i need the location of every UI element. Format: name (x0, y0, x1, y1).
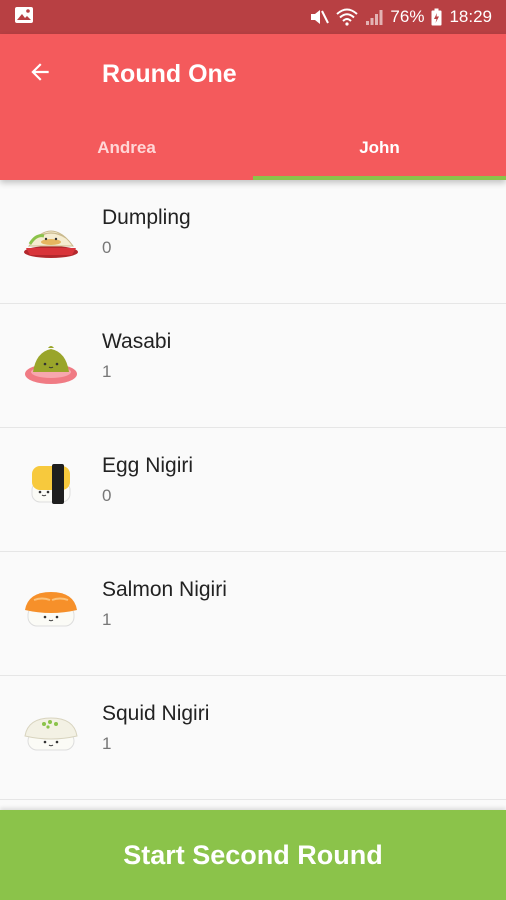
tab-john[interactable]: John (253, 124, 506, 180)
status-bar: 76% 18:29 (0, 0, 506, 34)
item-name: Salmon Nigiri (102, 578, 227, 601)
wasabi-icon (22, 332, 80, 390)
item-count: 0 (102, 238, 112, 257)
salmon-nigiri-icon (22, 580, 80, 638)
start-second-round-label: Start Second Round (123, 839, 383, 870)
start-second-round-button[interactable]: Start Second Round (0, 810, 506, 900)
list-item[interactable]: Egg Nigiri 0 (0, 428, 506, 552)
card-list: Dumpling 0 Wasabi 1 Egg Nigiri 0 Salmon … (0, 180, 506, 800)
item-count: 0 (102, 486, 112, 505)
back-button[interactable] (20, 54, 60, 94)
page-title: Round One (102, 60, 237, 88)
tab-andrea[interactable]: Andrea (0, 124, 253, 180)
item-name: Squid Nigiri (102, 702, 210, 725)
list-item[interactable]: Salmon Nigiri 1 (0, 552, 506, 676)
squid-nigiri-icon (22, 704, 80, 762)
signal-icon (365, 8, 383, 26)
app-bar: Round One Andrea John (0, 34, 506, 180)
list-item[interactable]: Squid Nigiri 1 (0, 676, 506, 800)
egg-nigiri-icon (22, 456, 80, 514)
list-item[interactable]: Dumpling 0 (0, 180, 506, 304)
list-item[interactable]: Wasabi 1 (0, 304, 506, 428)
battery-icon (431, 8, 442, 26)
status-time: 18:29 (449, 7, 492, 26)
battery-percent: 76% (390, 7, 425, 26)
item-name: Wasabi (102, 330, 172, 353)
tab-label: John (359, 138, 400, 157)
item-name: Egg Nigiri (102, 454, 194, 477)
player-tabs: Andrea John (0, 124, 506, 180)
item-count: 1 (102, 610, 112, 629)
item-count: 1 (102, 734, 112, 753)
wifi-icon (336, 8, 359, 26)
tab-label: Andrea (97, 138, 156, 157)
mute-icon (309, 8, 330, 26)
toolbar: Round One (0, 34, 506, 114)
arrow-back-icon (27, 59, 53, 90)
item-count: 1 (102, 362, 112, 381)
tab-indicator (253, 176, 506, 180)
dumpling-icon (22, 208, 80, 266)
gallery-notification-icon (14, 6, 34, 29)
item-name: Dumpling (102, 206, 191, 229)
